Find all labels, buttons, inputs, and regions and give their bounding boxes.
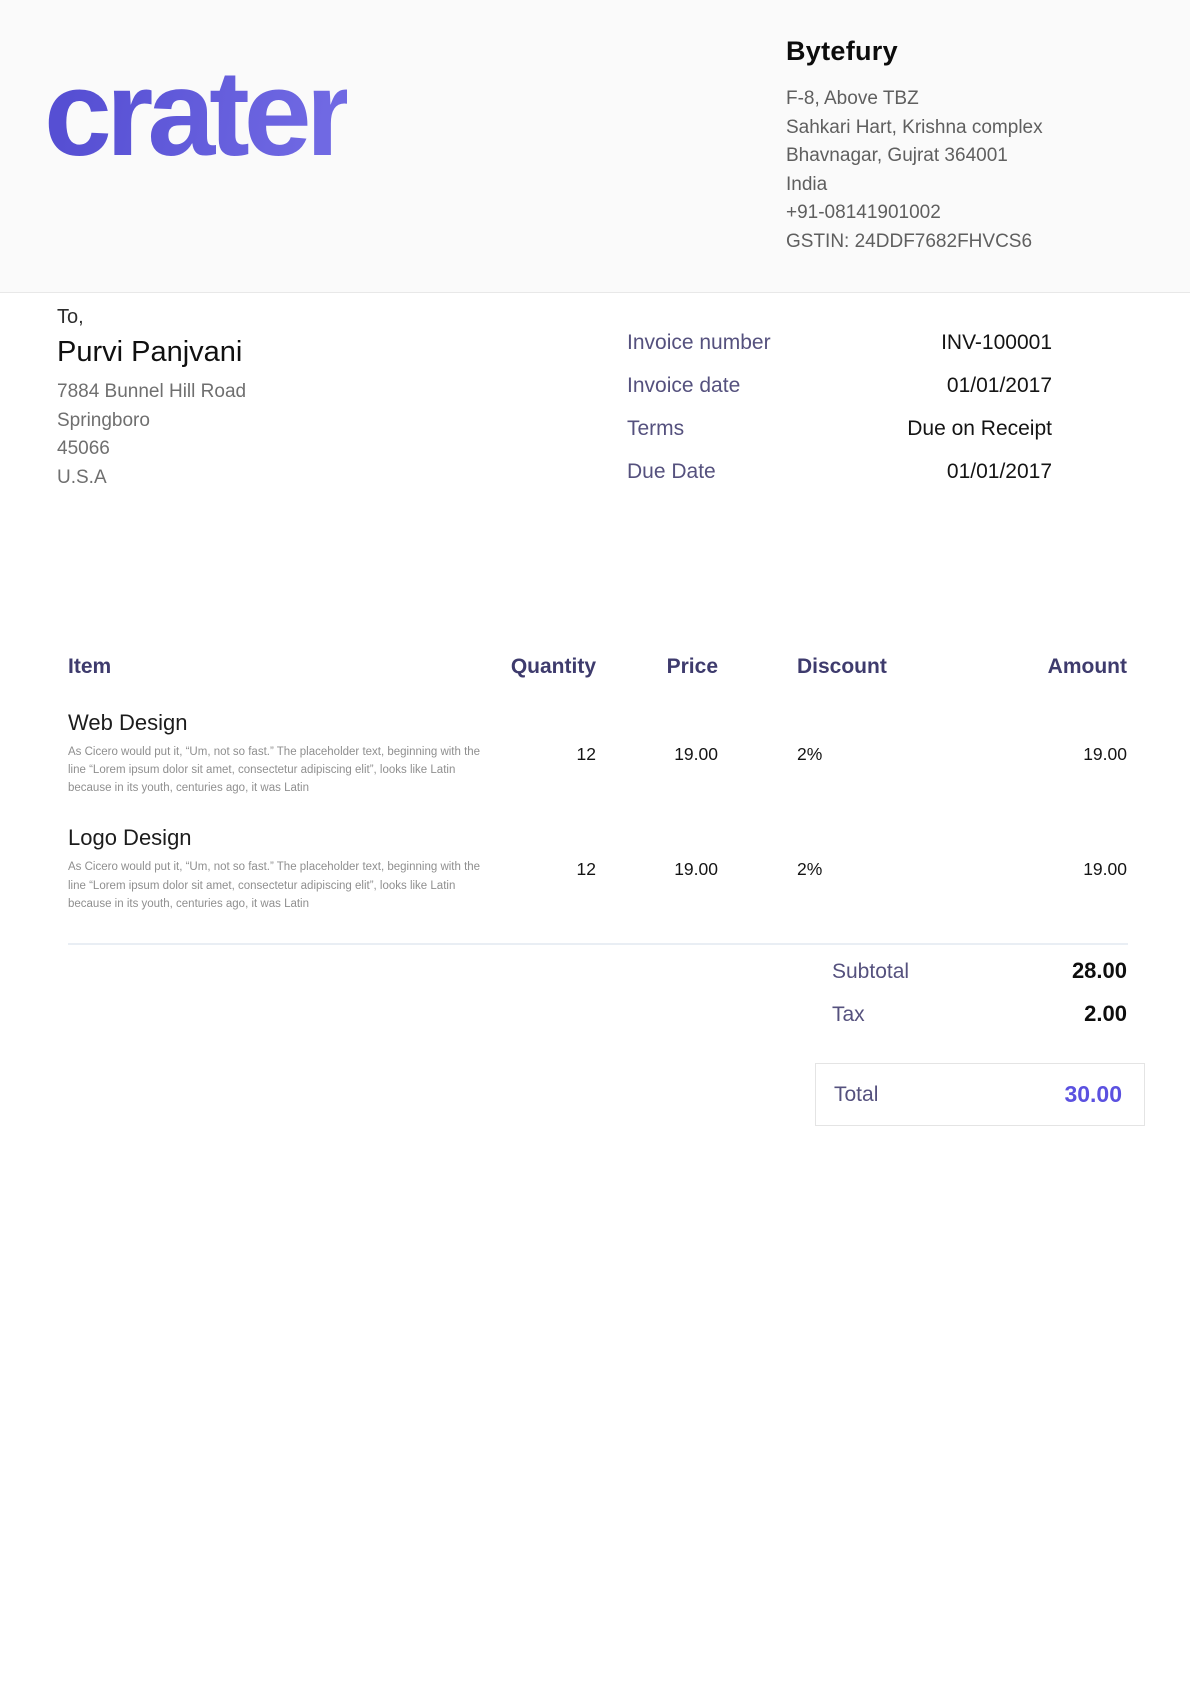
item-quantity: 12 bbox=[490, 822, 596, 912]
item-amount: 19.00 bbox=[900, 822, 1127, 912]
invoice-page: crater Bytefury F-8, Above TBZ Sahkari H… bbox=[0, 0, 1190, 1684]
tax-value: 2.00 bbox=[1084, 1001, 1127, 1027]
subtotal-row: Subtotal 28.00 bbox=[832, 958, 1127, 1001]
company-address-line: Bhavnagar, Gujrat 364001 bbox=[786, 142, 1146, 171]
column-header-discount: Discount bbox=[718, 652, 900, 682]
invoice-header: crater Bytefury F-8, Above TBZ Sahkari H… bbox=[0, 0, 1190, 293]
item-cell: Web Design As Cicero would put it, “Um, … bbox=[68, 707, 490, 797]
customer-address-line: 45066 bbox=[57, 435, 246, 464]
invoice-date-label: Invoice date bbox=[627, 374, 740, 398]
items-table: Item Quantity Price Discount Amount Web … bbox=[68, 652, 1127, 945]
company-address-line: Sahkari Hart, Krishna complex bbox=[786, 114, 1146, 143]
subtotal-value: 28.00 bbox=[1072, 958, 1127, 984]
item-cell: Logo Design As Cicero would put it, “Um,… bbox=[68, 822, 490, 912]
total-value: 30.00 bbox=[1064, 1081, 1122, 1108]
invoice-meta: Invoice number INV-100001 Invoice date 0… bbox=[627, 331, 1052, 503]
item-price: 19.00 bbox=[596, 707, 718, 797]
to-label: To, bbox=[57, 306, 246, 329]
due-date-label: Due Date bbox=[627, 460, 716, 484]
company-address-line: India bbox=[786, 171, 1146, 200]
company-name: Bytefury bbox=[786, 36, 1146, 67]
item-name: Logo Design bbox=[68, 822, 490, 854]
column-header-quantity: Quantity bbox=[490, 652, 596, 682]
terms-label: Terms bbox=[627, 417, 684, 441]
item-quantity: 12 bbox=[490, 707, 596, 797]
item-discount: 2% bbox=[718, 707, 900, 797]
column-header-price: Price bbox=[596, 652, 718, 682]
total-box: Total 30.00 bbox=[815, 1063, 1145, 1126]
crater-logo: crater bbox=[44, 52, 347, 174]
item-description: As Cicero would put it, “Um, not so fast… bbox=[68, 743, 493, 797]
company-phone: +91-08141901002 bbox=[786, 199, 1146, 228]
company-info: Bytefury F-8, Above TBZ Sahkari Hart, Kr… bbox=[786, 36, 1146, 256]
tax-label: Tax bbox=[832, 1003, 865, 1027]
items-table-header: Item Quantity Price Discount Amount bbox=[68, 652, 1127, 682]
invoice-date-value: 01/01/2017 bbox=[947, 374, 1052, 398]
bill-to-block: To, Purvi Panjvani 7884 Bunnel Hill Road… bbox=[57, 306, 246, 492]
company-gstin: GSTIN: 24DDF7682FHVCS6 bbox=[786, 228, 1146, 257]
item-name: Web Design bbox=[68, 707, 490, 739]
column-header-amount: Amount bbox=[900, 652, 1127, 682]
item-amount: 19.00 bbox=[900, 707, 1127, 797]
company-address-line: F-8, Above TBZ bbox=[786, 85, 1146, 114]
terms-value: Due on Receipt bbox=[907, 417, 1052, 441]
item-discount: 2% bbox=[718, 822, 900, 912]
total-label: Total bbox=[834, 1083, 878, 1107]
subtotal-label: Subtotal bbox=[832, 960, 909, 984]
table-bottom-divider bbox=[68, 943, 1128, 945]
due-date-row: Due Date 01/01/2017 bbox=[627, 460, 1052, 503]
terms-row: Terms Due on Receipt bbox=[627, 417, 1052, 460]
due-date-value: 01/01/2017 bbox=[947, 460, 1052, 484]
customer-address-line: Springboro bbox=[57, 407, 246, 436]
invoice-date-row: Invoice date 01/01/2017 bbox=[627, 374, 1052, 417]
table-row: Logo Design As Cicero would put it, “Um,… bbox=[68, 822, 1127, 912]
invoice-number-label: Invoice number bbox=[627, 331, 771, 355]
customer-address-line: 7884 Bunnel Hill Road bbox=[57, 378, 246, 407]
item-description: As Cicero would put it, “Um, not so fast… bbox=[68, 858, 493, 912]
tax-row: Tax 2.00 bbox=[832, 1001, 1127, 1044]
totals-block: Subtotal 28.00 Tax 2.00 bbox=[832, 958, 1127, 1044]
customer-address-line: U.S.A bbox=[57, 464, 246, 493]
invoice-number-value: INV-100001 bbox=[941, 331, 1052, 355]
invoice-number-row: Invoice number INV-100001 bbox=[627, 331, 1052, 374]
column-header-item: Item bbox=[68, 652, 490, 682]
customer-name: Purvi Panjvani bbox=[57, 336, 246, 369]
table-row: Web Design As Cicero would put it, “Um, … bbox=[68, 707, 1127, 797]
item-price: 19.00 bbox=[596, 822, 718, 912]
